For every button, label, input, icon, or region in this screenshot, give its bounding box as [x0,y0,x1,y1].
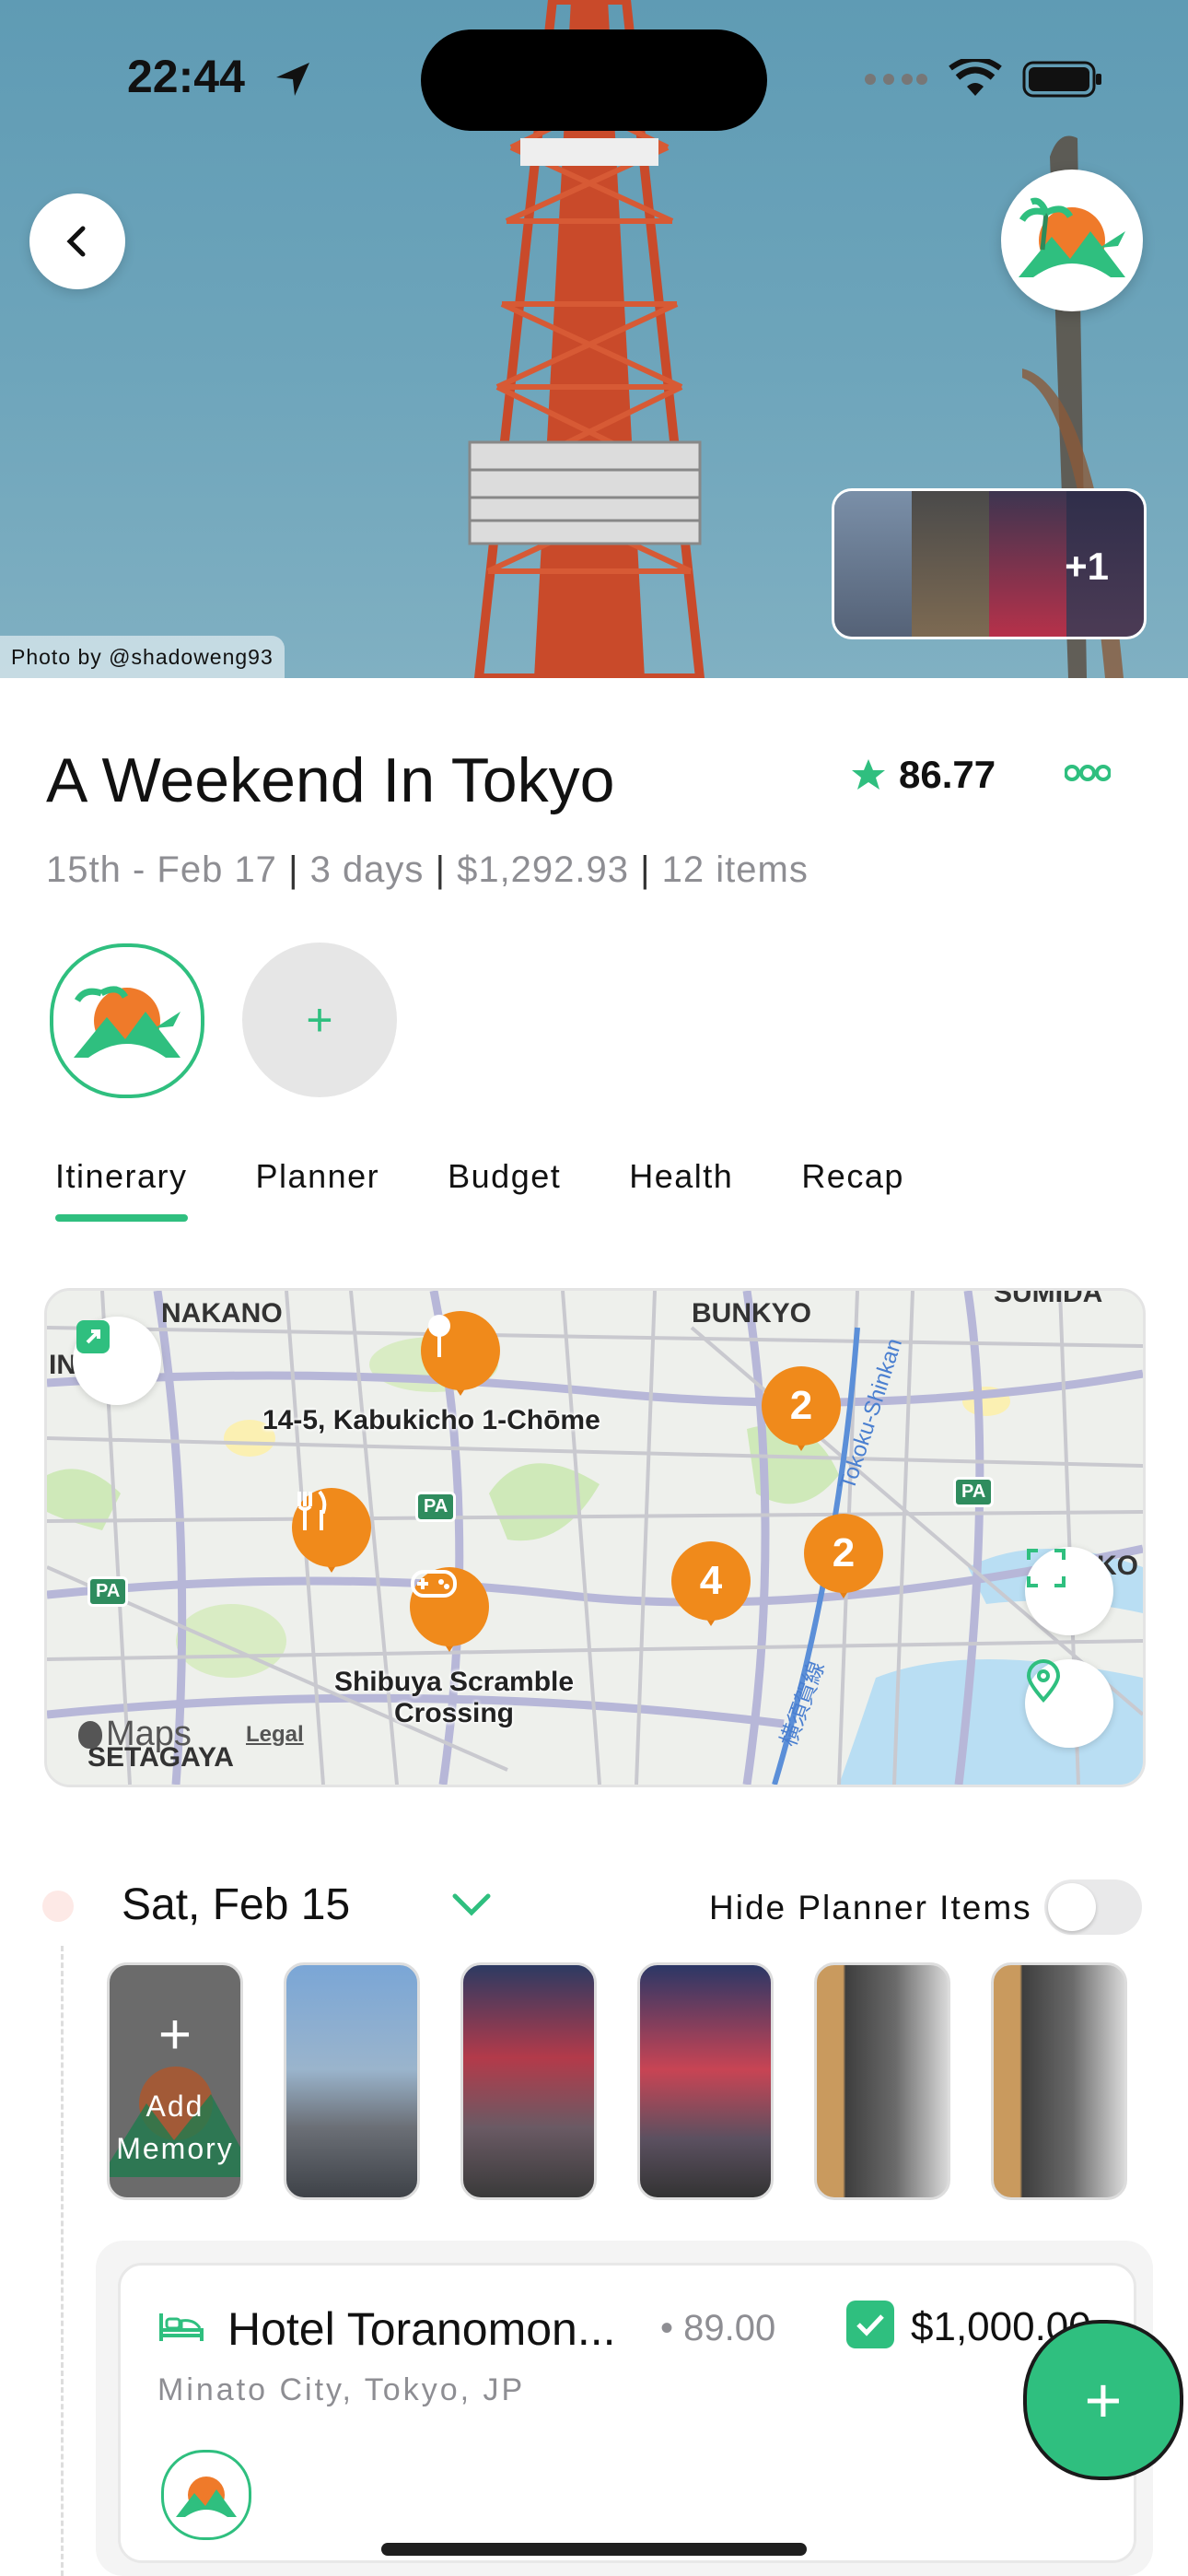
expand-map-icon [76,1320,110,1353]
map-pin-activity[interactable] [410,1567,489,1652]
memory-photo[interactable] [637,1962,774,2200]
trip-meta: 15th - Feb 17 | 3 days | $1,292.93 | 12 … [46,849,809,891]
fork-knife-icon [297,1490,327,1530]
map-pin-cluster[interactable]: 2 [804,1514,883,1598]
tab-recap[interactable]: Recap [801,1157,904,1196]
trip-score-value: 86.77 [899,753,996,796]
bed-icon [159,2313,204,2341]
meta-separator: | [435,849,446,890]
tab-budget[interactable]: Budget [448,1157,561,1196]
map-parking-badge: PA [953,1477,995,1507]
trip-score: 86.77 [851,753,996,797]
palm-mountain-logo-icon [176,2476,237,2517]
photo-credit[interactable]: Photo by @shadoweng93 [0,636,285,678]
item-rating: • 89.00 [660,2308,776,2348]
more-options-icon[interactable] [1065,763,1111,783]
trip-title: A Weekend In Tokyo [46,745,615,815]
map-place-label: Shibuya Scramble Crossing [333,1667,575,1728]
item-member-avatar [161,2450,251,2540]
status-time: 22:44 [127,51,245,102]
item-location: Minato City, Tokyo, JP [157,2372,526,2407]
meta-separator: | [640,849,651,890]
battery-icon [1022,61,1101,98]
meta-separator: | [288,849,299,890]
trip-dates: 15th - Feb 17 [46,849,277,890]
trip-map[interactable]: NAKANO BUNKYO SUMIDA SETAGAYA KO IN Toko… [44,1288,1146,1787]
apple-maps-attribution: Maps [78,1715,192,1754]
memory-photo[interactable] [991,1962,1127,2200]
apple-logo-icon [78,1720,102,1749]
photo-gallery-thumbnails[interactable]: +1 [832,488,1147,639]
back-button[interactable] [29,193,125,289]
map-area-label: BUNKYO [692,1298,812,1329]
add-memory-button[interactable]: + Add Memory [107,1962,243,2200]
map-roads [47,1291,1143,1785]
timeline-dot [42,1891,74,1922]
toggle-knob [1048,1883,1096,1931]
cluster-count: 4 [671,1541,751,1621]
dynamic-island [421,29,767,131]
chevron-down-icon[interactable] [451,1891,492,1918]
memory-photo[interactable] [814,1962,950,2200]
fit-bounds-icon [1027,1549,1066,1587]
map-pin-cluster[interactable]: 4 [671,1541,751,1626]
palm-mountain-logo-icon [1019,197,1125,277]
status-indicators [864,59,1103,100]
home-indicator [381,2543,807,2556]
palm-mountain-logo-icon [74,986,181,1058]
map-parking-badge: PA [415,1492,457,1522]
map-area-label: SUMIDA [994,1288,1103,1308]
timeline-line [61,1946,64,2576]
memory-photo[interactable] [460,1962,597,2200]
trip-items: 12 items [661,849,809,890]
hide-planner-label: Hide Planner Items [709,1889,1032,1926]
memory-photo[interactable] [284,1962,420,2200]
gamepad-icon [411,1570,457,1598]
hero-photo: 22:44 +1 Photo by @shadoweng93 [0,0,1188,678]
chevron-left-icon [66,226,86,257]
map-fit-button[interactable] [1025,1547,1113,1635]
day-title: Sat, Feb 15 [122,1880,351,1929]
wifi-icon [949,59,1002,96]
tab-planner[interactable]: Planner [256,1157,380,1196]
add-memory-plus: + [157,2003,192,2067]
checkmark-icon [856,2314,884,2336]
location-arrow-icon [276,63,309,96]
signal-icon [865,74,927,85]
map-place-label: 14-5, Kabukicho 1-Chōme [262,1405,600,1435]
map-legal-link[interactable]: Legal [246,1722,304,1748]
location-pin-icon [1026,1659,1061,1704]
map-locate-button[interactable] [1025,1659,1113,1748]
item-checkbox[interactable] [846,2301,894,2348]
map-pin-restaurant[interactable] [292,1488,371,1573]
tab-bar: Itinerary Planner Budget Health Recap [55,1157,973,1222]
more-photos-count: +1 [1065,544,1109,588]
tab-health[interactable]: Health [629,1157,733,1196]
map-parking-badge: PA [87,1576,129,1607]
cluster-count: 2 [762,1366,841,1446]
add-member-button[interactable]: + [242,943,397,1097]
trip-cost: $1,292.93 [457,849,630,890]
trip-duration: 3 days [309,849,425,890]
map-pin-place[interactable] [421,1311,500,1396]
trip-logo-button[interactable] [1001,170,1143,311]
tab-itinerary[interactable]: Itinerary [55,1157,188,1222]
hide-planner-toggle[interactable] [1044,1879,1142,1935]
itinerary-item-card[interactable]: Hotel Toranomon... • 89.00 $1,000.00 Min… [118,2263,1136,2563]
member-avatar[interactable] [50,943,204,1098]
star-icon [852,759,885,790]
map-expand-button[interactable] [73,1317,161,1405]
map-area-label: NAKANO [161,1298,283,1329]
pin-icon [428,1315,450,1357]
add-item-fab[interactable]: + [1023,2320,1183,2480]
cluster-count: 2 [804,1514,883,1593]
add-memory-label: Add Memory [116,2090,234,2165]
map-pin-cluster[interactable]: 2 [762,1366,841,1451]
item-title: Hotel Toranomon... [227,2303,616,2355]
